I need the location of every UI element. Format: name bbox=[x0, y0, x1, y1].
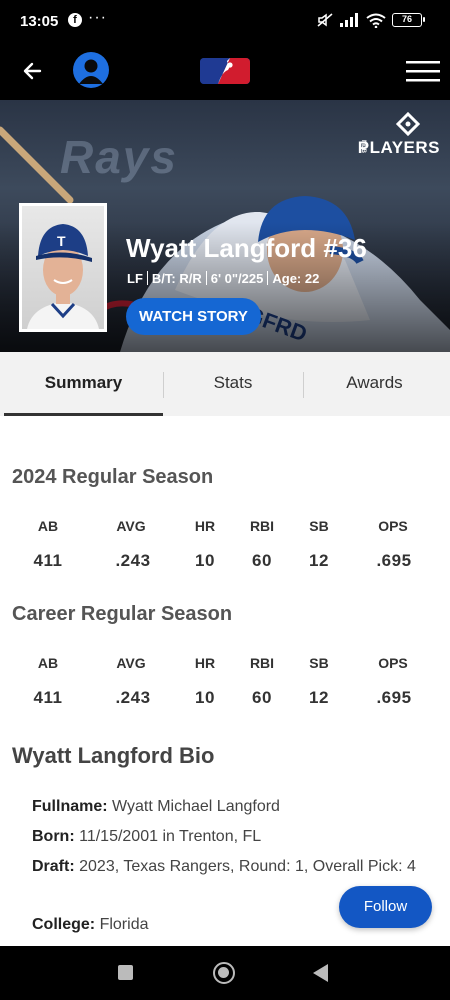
stat-value-sb: 12 bbox=[309, 551, 329, 570]
svg-text:T: T bbox=[57, 233, 66, 249]
season-stats-title: 2024 Regular Season bbox=[12, 466, 214, 488]
bio-born-value: 11/15/2001 in Trenton, FL bbox=[79, 828, 262, 845]
stat-value-ops: .695 bbox=[376, 688, 412, 707]
stat-value-rbi: 60 bbox=[252, 688, 272, 707]
stat-header: OPS bbox=[378, 518, 408, 534]
bio-draft: Draft: 2023, Texas Rangers, Round: 1, Ov… bbox=[32, 853, 432, 881]
stat-header: AVG bbox=[116, 655, 146, 671]
app-header bbox=[0, 44, 450, 100]
tab-awards[interactable]: Awards bbox=[303, 352, 446, 416]
player-height-weight: 6' 0"/225 bbox=[210, 271, 264, 286]
status-icons: 76 bbox=[316, 12, 425, 28]
stat-value-ops: .695 bbox=[376, 551, 412, 570]
stat-header: HR bbox=[194, 518, 216, 534]
stat-header: AB bbox=[37, 655, 59, 671]
player-hero: Rays RGFRD MLB PLAYERS T Wyatt Langford … bbox=[0, 100, 450, 352]
stat-header: AB bbox=[37, 518, 59, 534]
bio-title: Wyatt Langford Bio bbox=[12, 743, 215, 768]
stat-value-rbi: 60 bbox=[252, 551, 272, 570]
home-icon[interactable] bbox=[213, 962, 235, 984]
bio-draft-label: Draft: bbox=[32, 858, 75, 875]
stat-value-avg: .243 bbox=[115, 551, 151, 570]
player-age: Age: 22 bbox=[272, 271, 320, 286]
system-nav-bar bbox=[0, 946, 450, 1000]
bio-fullname-label: Fullname: bbox=[32, 798, 108, 815]
stat-header: SB bbox=[309, 518, 329, 534]
bio-born-label: Born: bbox=[32, 828, 75, 845]
system-back-icon[interactable] bbox=[313, 964, 328, 982]
status-bar: 13:05 f ··· 76 bbox=[0, 0, 450, 44]
bio-college-label: College: bbox=[32, 916, 96, 933]
player-position: LF bbox=[127, 271, 143, 286]
tab-stats[interactable]: Stats bbox=[163, 352, 303, 416]
user-icon bbox=[79, 59, 103, 84]
stat-header: RBI bbox=[249, 518, 275, 534]
wifi-icon bbox=[366, 13, 386, 28]
signal-icon bbox=[340, 13, 358, 27]
stat-value-hr: 10 bbox=[195, 688, 215, 707]
player-bats-throws: B/T: R/R bbox=[151, 271, 202, 286]
user-avatar-button[interactable] bbox=[73, 52, 109, 88]
career-stats-title: Career Regular Season bbox=[12, 603, 233, 625]
summary-content: 2024 Regular Season AB AVG HR RBI SB OPS… bbox=[0, 416, 450, 946]
tab-summary[interactable]: Summary bbox=[4, 352, 163, 416]
stat-value-ab: 411 bbox=[33, 551, 63, 570]
mlb-logo-icon[interactable] bbox=[200, 58, 250, 84]
recent-apps-icon[interactable] bbox=[118, 965, 133, 980]
stat-header: AVG bbox=[116, 518, 146, 534]
bio-college-value: Florida bbox=[99, 916, 149, 933]
battery-icon: 76 bbox=[392, 13, 425, 27]
facebook-icon: f bbox=[68, 13, 82, 27]
bio-fullname: Fullname: Wyatt Michael Langford bbox=[32, 793, 432, 821]
back-arrow-icon[interactable] bbox=[18, 56, 48, 86]
player-headshot: T bbox=[19, 203, 107, 332]
stat-value-avg: .243 bbox=[115, 688, 151, 707]
bio-born: Born: 11/15/2001 in Trenton, FL bbox=[32, 823, 432, 851]
follow-button[interactable]: Follow bbox=[339, 886, 432, 928]
hamburger-menu-icon[interactable] bbox=[406, 58, 440, 84]
player-name: Wyatt Langford #36 bbox=[126, 233, 367, 263]
stat-header: HR bbox=[194, 655, 216, 671]
mute-icon bbox=[317, 13, 333, 27]
players-badge-text: PLAYERS bbox=[357, 138, 440, 157]
stat-value-sb: 12 bbox=[309, 688, 329, 707]
bio-fullname-value: Wyatt Michael Langford bbox=[112, 798, 280, 815]
stat-value-ab: 411 bbox=[33, 688, 63, 707]
stat-header: SB bbox=[309, 655, 329, 671]
status-time: 13:05 bbox=[20, 13, 59, 30]
stat-value-hr: 10 bbox=[195, 551, 215, 570]
more-notifications-icon: ··· bbox=[88, 9, 107, 26]
bio-draft-value: 2023, Texas Rangers, Round: 1, Overall P… bbox=[79, 858, 416, 875]
player-meta: LF B/T: R/R 6' 0"/225 Age: 22 bbox=[127, 271, 319, 286]
stat-header: RBI bbox=[249, 655, 275, 671]
profile-tabs: Summary Stats Awards bbox=[0, 352, 450, 416]
watch-story-button[interactable]: WATCH STORY bbox=[126, 298, 261, 335]
stat-header: OPS bbox=[378, 655, 408, 671]
